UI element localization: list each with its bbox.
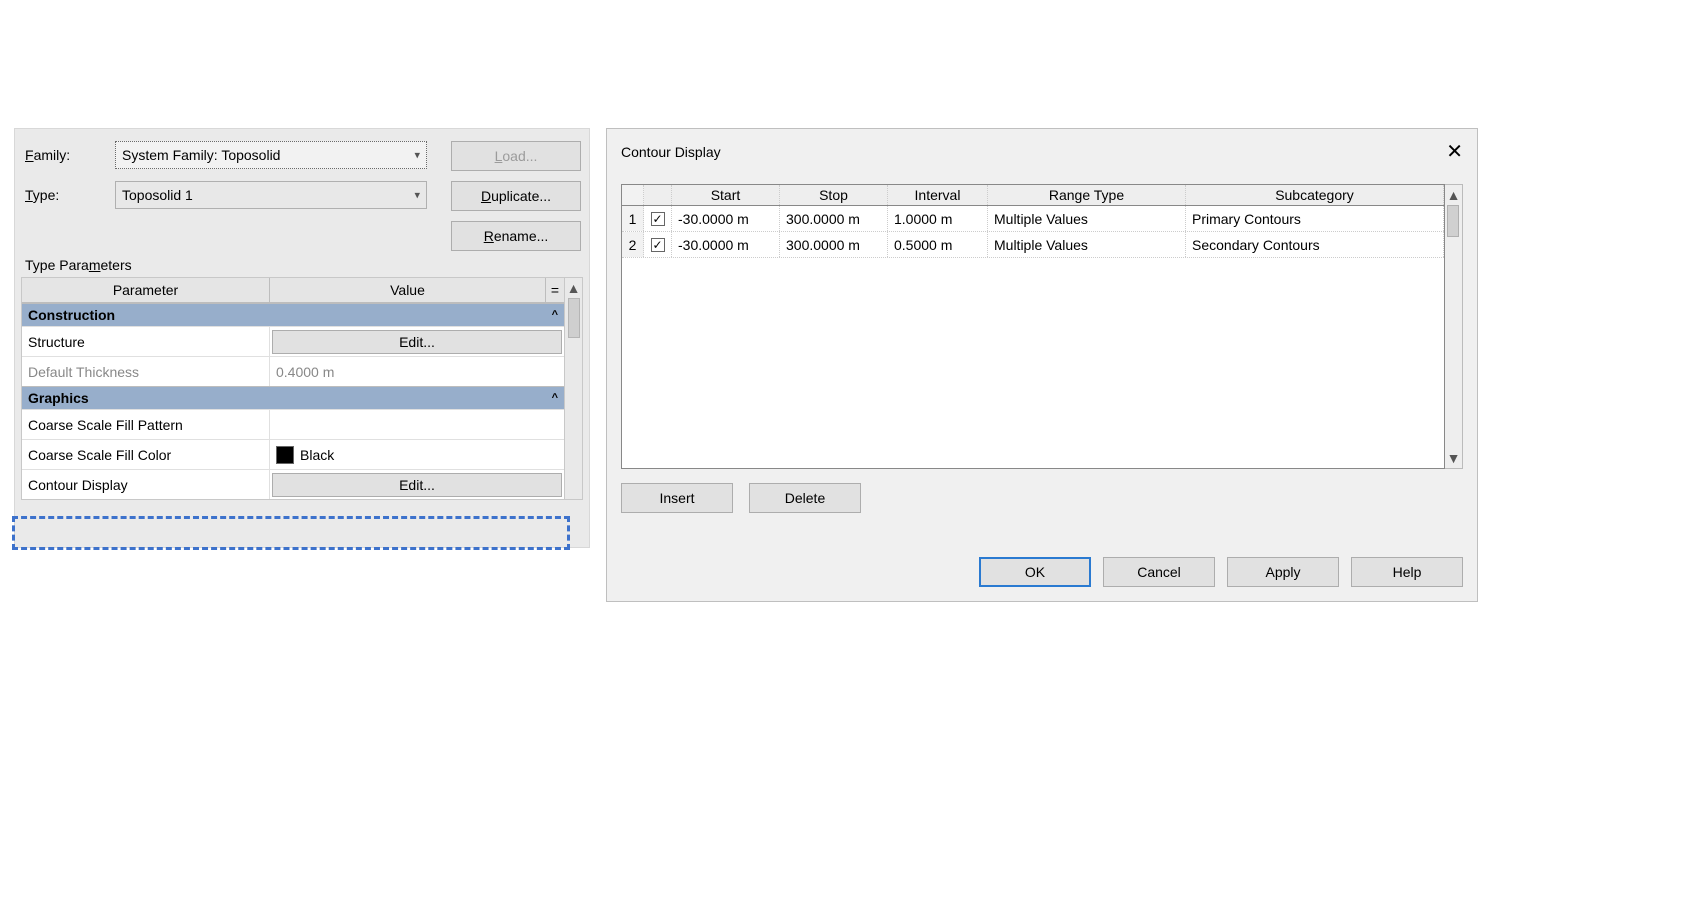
col-stop[interactable]: Stop: [780, 185, 888, 205]
row-coarse-color: Coarse Scale Fill Color Black: [22, 439, 564, 469]
col-parameter[interactable]: Parameter: [22, 278, 270, 302]
row-checkbox[interactable]: ✓: [651, 238, 665, 252]
dialog-title: Contour Display: [621, 144, 721, 160]
col-interval[interactable]: Interval: [888, 185, 988, 205]
type-label: Type:: [25, 187, 115, 203]
col-subcategory[interactable]: Subcategory: [1186, 185, 1444, 205]
row-default-thickness: Default Thickness 0.4000 m: [22, 356, 564, 386]
col-range-type[interactable]: Range Type: [988, 185, 1186, 205]
collapse-icon: ^: [552, 392, 558, 404]
chevron-down-icon: ▾: [414, 189, 420, 202]
color-swatch-icon: [276, 446, 294, 464]
row-structure: Structure Edit...: [22, 326, 564, 356]
edit-contour-button[interactable]: Edit...: [272, 473, 562, 497]
type-combo[interactable]: Toposolid 1 ▾: [115, 181, 427, 209]
help-button[interactable]: Help: [1351, 557, 1463, 587]
chevron-down-icon: ▾: [414, 149, 420, 162]
scroll-down-icon[interactable]: ▼: [1447, 450, 1461, 466]
contour-display-dialog: Contour Display ✕ Start Stop Interval Ra…: [606, 128, 1478, 602]
load-button[interactable]: Load...: [451, 141, 581, 171]
edit-structure-button[interactable]: Edit...: [272, 330, 562, 354]
scroll-up-icon[interactable]: ▲: [1447, 187, 1461, 203]
group-construction[interactable]: Construction ^: [22, 303, 564, 326]
family-label: Family:: [25, 147, 115, 163]
scroll-up-icon[interactable]: ▲: [567, 280, 581, 296]
type-parameters-grid: Parameter Value = Construction ^ Structu…: [21, 277, 565, 500]
duplicate-button[interactable]: Duplicate...: [451, 181, 581, 211]
delete-button[interactable]: Delete: [749, 483, 861, 513]
rename-button[interactable]: Rename...: [451, 221, 581, 251]
row-coarse-pattern: Coarse Scale Fill Pattern: [22, 409, 564, 439]
scroll-thumb[interactable]: [1447, 205, 1459, 237]
table-row: 1 ✓ -30.0000 m 300.0000 m 1.0000 m Multi…: [622, 206, 1444, 232]
col-start[interactable]: Start: [672, 185, 780, 205]
scrollbar[interactable]: ▲: [565, 277, 583, 500]
apply-button[interactable]: Apply: [1227, 557, 1339, 587]
contour-grid: Start Stop Interval Range Type Subcatego…: [621, 184, 1445, 469]
row-contour-display: Contour Display Edit...: [22, 469, 564, 499]
cancel-button[interactable]: Cancel: [1103, 557, 1215, 587]
row-checkbox[interactable]: ✓: [651, 212, 665, 226]
family-combo[interactable]: System Family: Toposolid ▾: [115, 141, 427, 169]
insert-button[interactable]: Insert: [621, 483, 733, 513]
scroll-thumb[interactable]: [568, 298, 580, 338]
close-icon[interactable]: ✕: [1446, 139, 1463, 164]
type-properties-panel: Family: System Family: Toposolid ▾ Type:…: [14, 128, 590, 548]
group-graphics[interactable]: Graphics ^: [22, 386, 564, 409]
scrollbar[interactable]: ▲ ▼: [1445, 184, 1463, 469]
col-eq[interactable]: =: [546, 278, 564, 302]
col-value[interactable]: Value: [270, 278, 546, 302]
table-row: 2 ✓ -30.0000 m 300.0000 m 0.5000 m Multi…: [622, 232, 1444, 258]
type-parameters-label: Type Parameters: [15, 251, 589, 277]
ok-button[interactable]: OK: [979, 557, 1091, 587]
collapse-icon: ^: [552, 309, 558, 321]
